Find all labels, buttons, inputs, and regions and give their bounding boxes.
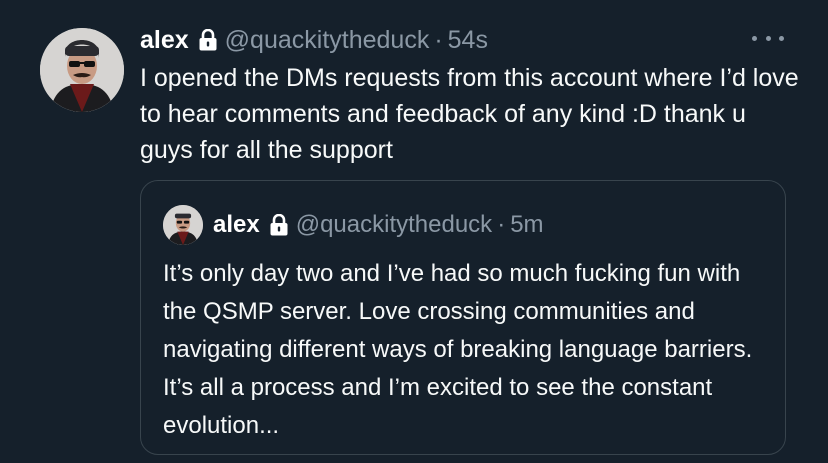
more-dot <box>752 35 757 41</box>
tweet-header: alex @quackitytheduck · 54s <box>140 22 488 58</box>
header-separator: · <box>434 25 443 54</box>
quoted-tweet-header: alex @quackitytheduck · 5m <box>163 205 544 245</box>
tweet-text: I opened the DMs requests from this acco… <box>140 64 799 164</box>
quoted-tweet-text: It’s only day two and I’ve had so much f… <box>163 260 753 439</box>
quoted-header-separator: · <box>497 211 506 238</box>
quoted-author-avatar <box>163 205 203 245</box>
quoted-author-name: alex <box>213 211 260 238</box>
avatar-image <box>40 28 124 112</box>
author-avatar[interactable] <box>40 28 124 112</box>
lock-icon <box>199 29 217 51</box>
author-name[interactable]: alex <box>140 26 189 55</box>
tweet-timestamp[interactable]: 54s <box>448 26 488 55</box>
lock-icon <box>270 214 288 236</box>
quoted-tweet[interactable]: alex @quackitytheduck · 5m It’s only day… <box>140 180 786 455</box>
quoted-author-handle: @quackitytheduck <box>295 211 493 238</box>
quoted-tweet-timestamp: 5m <box>510 211 544 238</box>
tweet[interactable]: alex @quackitytheduck · 54s I opened the… <box>0 0 828 463</box>
more-options-icon[interactable] <box>752 28 784 48</box>
avatar-image <box>163 205 203 245</box>
author-handle[interactable]: @quackitytheduck <box>225 26 430 55</box>
more-dot <box>765 35 771 41</box>
more-dot <box>779 35 784 41</box>
